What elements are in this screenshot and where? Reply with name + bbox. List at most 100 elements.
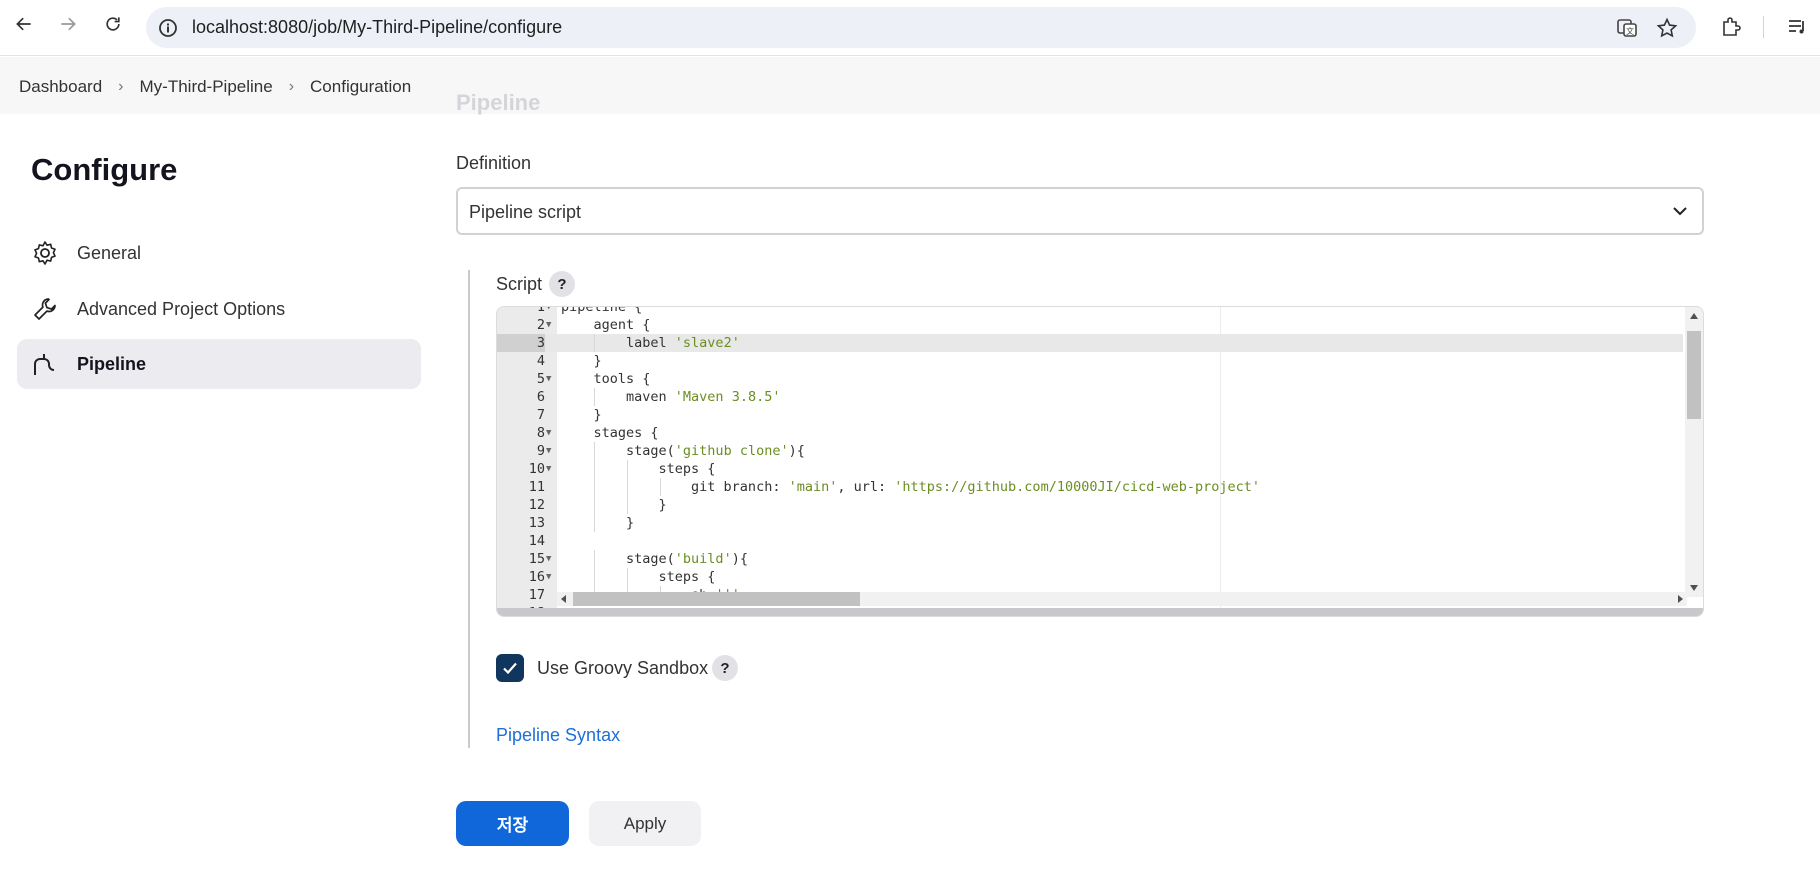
sidebar-item-general[interactable]: General bbox=[17, 228, 421, 278]
gear-icon bbox=[34, 241, 56, 265]
code-line[interactable]: 10 ▼ steps { bbox=[497, 460, 1683, 478]
code-text: stage('github clone'){ bbox=[561, 443, 805, 459]
address-bar[interactable]: localhost:8080/job/My-Third-Pipeline/con… bbox=[146, 7, 1696, 48]
save-button[interactable]: 저장 bbox=[456, 801, 569, 846]
code-text: pipeline { bbox=[561, 306, 643, 315]
fold-toggle-icon[interactable]: ▼ bbox=[546, 370, 551, 388]
line-number: 17 bbox=[528, 587, 545, 603]
breadcrumb: Dashboard › My-Third-Pipeline › Configur… bbox=[19, 77, 411, 97]
code-line[interactable]: 1 ▼ pipeline { bbox=[497, 306, 1683, 316]
line-number: 8 bbox=[536, 425, 545, 441]
fold-toggle-icon[interactable]: ▼ bbox=[546, 316, 551, 334]
code-text: } bbox=[561, 497, 667, 513]
line-number: 2 bbox=[536, 317, 545, 333]
scroll-thumb[interactable] bbox=[1687, 331, 1701, 419]
forward-button[interactable] bbox=[56, 12, 80, 36]
sidebar-item-pipeline[interactable]: Pipeline bbox=[17, 339, 421, 389]
code-line[interactable]: 16 ▼ steps { bbox=[497, 568, 1683, 586]
chevron-right-icon: › bbox=[118, 78, 124, 95]
code-line[interactable]: 5 ▼ tools { bbox=[497, 370, 1683, 388]
breadcrumb-configuration[interactable]: Configuration bbox=[310, 77, 411, 97]
code-text: stage('build'){ bbox=[561, 551, 748, 567]
code-text: } bbox=[561, 407, 602, 423]
groovy-sandbox-checkbox[interactable] bbox=[496, 654, 524, 682]
fold-toggle-icon[interactable]: ▼ bbox=[546, 442, 551, 460]
code-line[interactable]: 3 label 'slave2' bbox=[497, 334, 1683, 352]
code-line[interactable]: 6 maven 'Maven 3.8.5' bbox=[497, 388, 1683, 406]
fold-toggle-icon[interactable]: ▼ bbox=[546, 568, 551, 586]
reload-button[interactable] bbox=[101, 12, 125, 36]
fold-toggle-icon[interactable]: ▼ bbox=[546, 424, 551, 442]
sandbox-help-button[interactable]: ? bbox=[712, 655, 738, 681]
code-line[interactable]: 2 ▼ agent { bbox=[497, 316, 1683, 334]
code-line[interactable]: 8 ▼ stages { bbox=[497, 424, 1683, 442]
editor-resize-handle[interactable] bbox=[497, 608, 1703, 616]
code-line[interactable]: 12 } bbox=[497, 496, 1683, 514]
line-number: 6 bbox=[536, 389, 545, 405]
code-text: agent { bbox=[561, 317, 651, 333]
reading-list-icon[interactable] bbox=[1786, 16, 1808, 38]
line-number: 7 bbox=[536, 407, 545, 423]
line-number: 9 bbox=[536, 443, 545, 459]
breadcrumb-bar: Dashboard › My-Third-Pipeline › Configur… bbox=[0, 57, 1820, 114]
line-number: 5 bbox=[536, 371, 545, 387]
code-line[interactable]: 7 } bbox=[497, 406, 1683, 424]
svg-text:文: 文 bbox=[1626, 26, 1634, 36]
page-title: Configure bbox=[31, 152, 178, 187]
back-button[interactable] bbox=[12, 12, 36, 36]
editor-vertical-scrollbar[interactable] bbox=[1685, 307, 1703, 597]
scroll-down-icon[interactable] bbox=[1690, 585, 1698, 591]
code-text: label 'slave2' bbox=[561, 335, 740, 351]
code-line[interactable]: 14 bbox=[497, 532, 1683, 550]
breadcrumb-dashboard[interactable]: Dashboard bbox=[19, 77, 102, 97]
code-text: } bbox=[561, 353, 602, 369]
pipeline-icon bbox=[34, 354, 55, 375]
script-editor[interactable]: 1 ▼ pipeline {2 ▼ agent {3 label 'slave2' 4 … bbox=[496, 306, 1704, 617]
reload-icon bbox=[106, 17, 120, 31]
code-line[interactable]: 9 ▼ stage('github clone'){ bbox=[497, 442, 1683, 460]
line-number: 11 bbox=[528, 479, 545, 495]
fold-toggle-icon[interactable]: ▼ bbox=[546, 550, 551, 568]
sidebar-item-advanced-project-options[interactable]: Advanced Project Options bbox=[17, 284, 421, 334]
editor-horizontal-scrollbar[interactable] bbox=[557, 592, 1687, 606]
scroll-thumb[interactable] bbox=[573, 592, 860, 606]
sidebar-item-label: Advanced Project Options bbox=[77, 298, 286, 319]
pipeline-syntax-link[interactable]: Pipeline Syntax bbox=[496, 725, 620, 746]
line-number: 4 bbox=[536, 353, 545, 369]
script-help-button[interactable]: ? bbox=[549, 271, 575, 297]
apply-button[interactable]: Apply bbox=[589, 801, 701, 846]
code-text: } bbox=[561, 515, 635, 531]
extensions-icon[interactable] bbox=[1720, 16, 1742, 38]
scroll-up-icon[interactable] bbox=[1690, 313, 1698, 319]
code-line[interactable]: 4 } bbox=[497, 352, 1683, 370]
scroll-right-icon[interactable] bbox=[1678, 595, 1683, 603]
code-line[interactable]: 11 git branch: 'main', url: 'https://git… bbox=[497, 478, 1683, 496]
code-text: tools { bbox=[561, 371, 651, 387]
section-indent-line bbox=[468, 270, 470, 748]
url-text: localhost:8080/job/My-Third-Pipeline/con… bbox=[192, 17, 563, 37]
line-number: 1 bbox=[536, 306, 545, 315]
fold-toggle-icon[interactable]: ▼ bbox=[546, 307, 551, 316]
breadcrumb-job[interactable]: My-Third-Pipeline bbox=[140, 77, 273, 97]
code-text: steps { bbox=[561, 461, 716, 477]
chevron-right-icon: › bbox=[288, 78, 295, 95]
arrow-left-icon bbox=[16, 17, 31, 31]
code-text: steps { bbox=[561, 569, 716, 585]
fold-toggle-icon[interactable]: ▼ bbox=[546, 460, 551, 478]
definition-select[interactable]: Pipeline script bbox=[456, 187, 1704, 235]
code-text: git branch: 'main', url: 'https://github… bbox=[561, 479, 1261, 495]
definition-label: Definition bbox=[456, 153, 532, 173]
star-icon[interactable] bbox=[1656, 17, 1678, 39]
site-info-icon[interactable] bbox=[158, 18, 178, 38]
line-number: 12 bbox=[528, 497, 545, 513]
scroll-left-icon[interactable] bbox=[561, 595, 566, 603]
code-line[interactable]: 15 ▼ stage('build'){ bbox=[497, 550, 1683, 568]
line-number: 16 bbox=[528, 569, 545, 585]
groovy-sandbox-label[interactable]: Use Groovy Sandbox bbox=[537, 658, 708, 679]
code-line[interactable]: 13 } bbox=[497, 514, 1683, 532]
section-heading: Pipeline bbox=[456, 90, 541, 115]
toolbar-divider bbox=[1763, 16, 1764, 38]
code-lines[interactable]: 1 ▼ pipeline {2 ▼ agent {3 label 'slave2' 4 … bbox=[497, 306, 1683, 616]
sidebar-item-label: General bbox=[77, 242, 142, 263]
translate-icon[interactable]: 文 bbox=[1616, 17, 1638, 39]
